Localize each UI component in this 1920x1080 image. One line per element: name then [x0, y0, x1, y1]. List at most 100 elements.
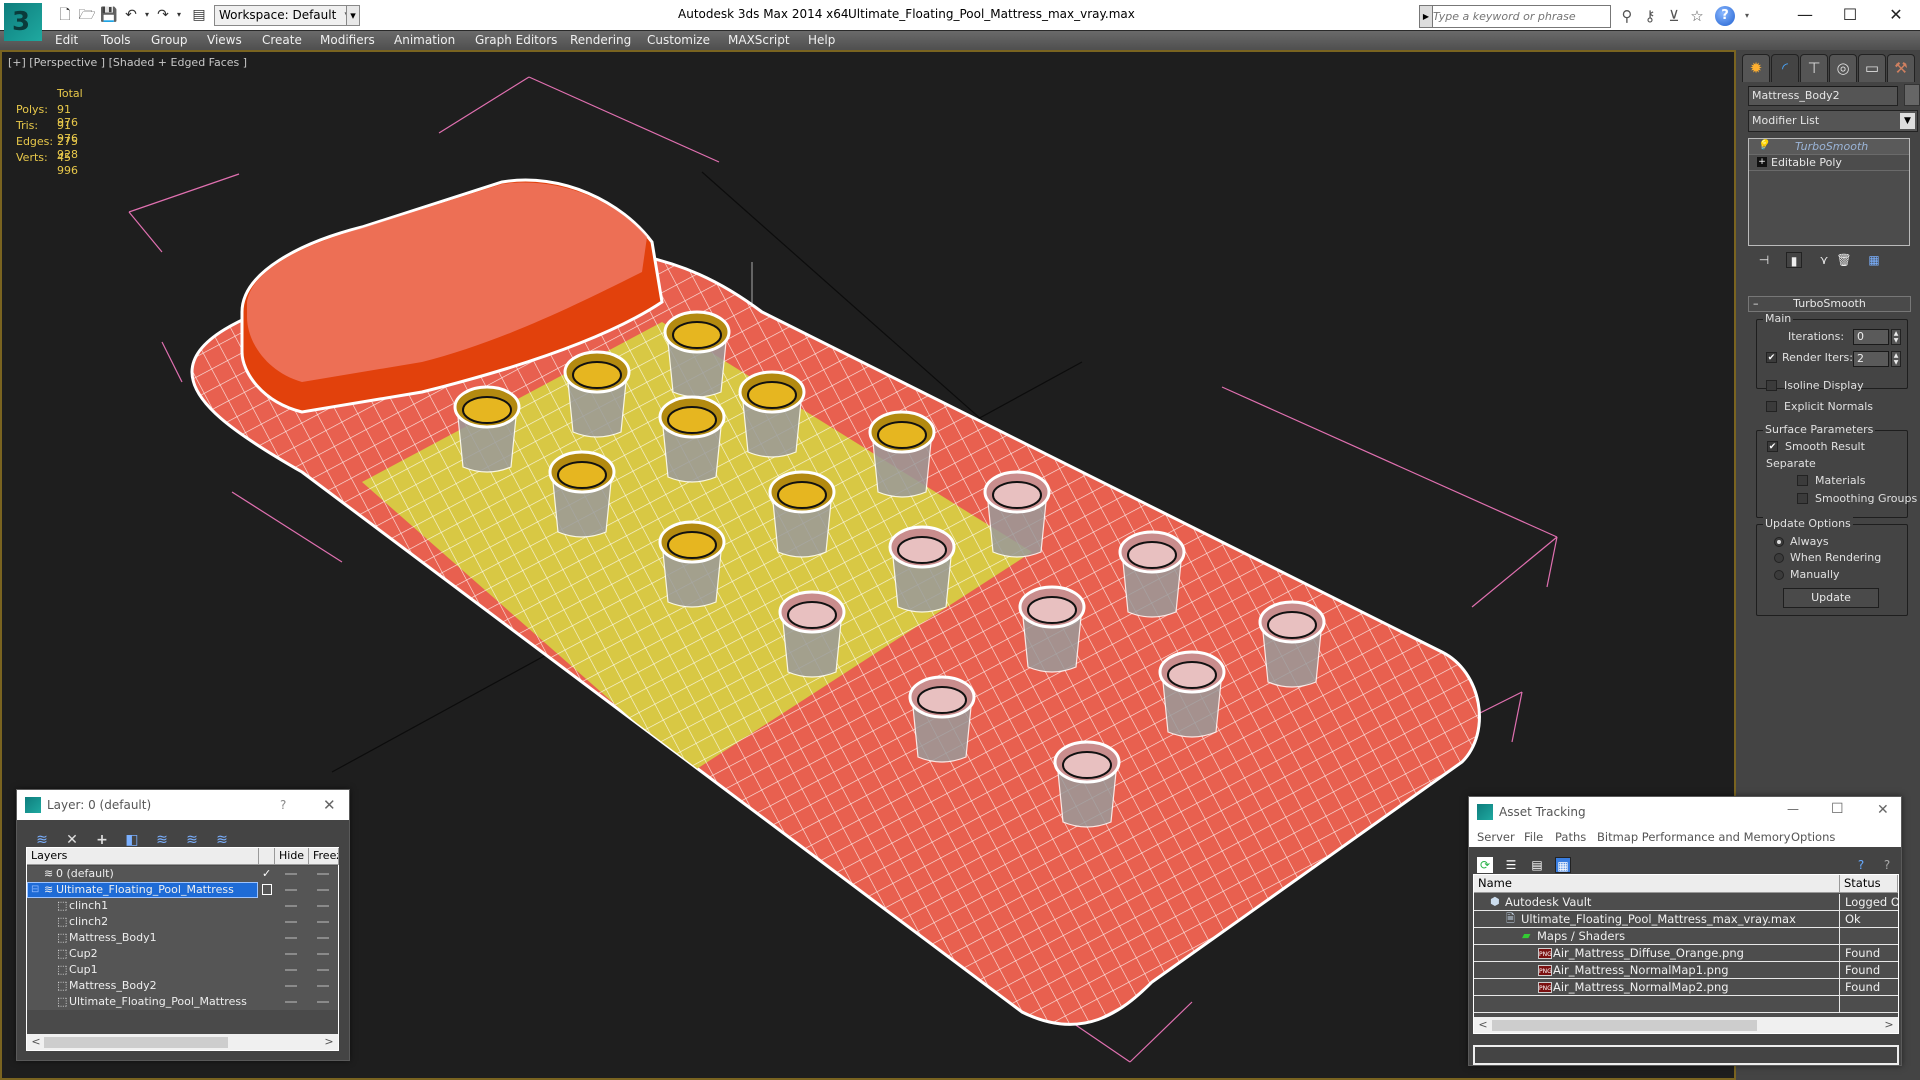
- scroll-right-icon[interactable]: >: [1882, 1017, 1896, 1033]
- layer-object-row[interactable]: ⬚ clinch1: [27, 898, 338, 914]
- current-layer-toggle[interactable]: [262, 884, 272, 895]
- open-icon[interactable]: 🗁: [78, 6, 96, 24]
- object-color-swatch[interactable]: [1904, 84, 1920, 106]
- star-icon[interactable]: ☆: [1687, 6, 1707, 26]
- help-query-icon[interactable]: ?: [1853, 857, 1869, 873]
- isoline-display-checkbox[interactable]: [1766, 380, 1777, 391]
- tree-view-icon[interactable]: ▤: [1529, 857, 1545, 873]
- menu-create[interactable]: Create: [262, 33, 302, 47]
- layer-row[interactable]: ≋ 0 (default) ✓: [27, 866, 338, 882]
- hide-toggle[interactable]: [285, 873, 297, 875]
- menu-group[interactable]: Group: [151, 33, 188, 47]
- workspace-more-button[interactable]: ▾: [346, 5, 360, 26]
- render-iters-spinner-icon[interactable]: ▲ ▼: [1891, 351, 1901, 367]
- menu-help[interactable]: Help: [808, 33, 835, 47]
- freeze-toggle[interactable]: [317, 905, 329, 907]
- layer-object-row[interactable]: ⬚ Mattress_Body1: [27, 930, 338, 946]
- iterations-spinner-icon[interactable]: ▲ ▼: [1891, 329, 1901, 345]
- asset-row[interactable]: ⬢ Autodesk Vault Logged Out: [1474, 894, 1899, 911]
- menu-animation[interactable]: Animation: [394, 33, 455, 47]
- utilities-icon[interactable]: ⚒: [1887, 54, 1915, 82]
- update-manually-radio[interactable]: [1774, 570, 1784, 580]
- freeze-toggle[interactable]: [317, 985, 329, 987]
- make-unique-icon[interactable]: ⋎: [1816, 252, 1832, 268]
- smooth-result-checkbox[interactable]: ✔: [1767, 441, 1778, 452]
- minimize-button[interactable]: —: [1787, 802, 1799, 816]
- object-name-field[interactable]: Mattress_Body2: [1748, 86, 1898, 106]
- close-button[interactable]: ✕: [1877, 802, 1889, 818]
- asset-row[interactable]: 🗎 Ultimate_Floating_Pool_Mattress_max_vra…: [1474, 911, 1898, 928]
- help-dropdown-icon[interactable]: ▾: [1737, 6, 1757, 26]
- maximize-button[interactable]: ☐: [1831, 801, 1844, 817]
- scroll-right-icon[interactable]: >: [322, 1034, 336, 1050]
- hide-toggle[interactable]: [285, 921, 297, 923]
- hide-toggle[interactable]: [285, 889, 297, 891]
- freeze-toggle[interactable]: [317, 873, 329, 875]
- modify-icon[interactable]: ◜: [1771, 54, 1799, 82]
- viewport-label[interactable]: [+] [Perspective ] [Shaded + Edged Faces…: [8, 56, 247, 69]
- project-folder-icon[interactable]: ▤: [190, 6, 208, 24]
- menu-tools[interactable]: Tools: [101, 33, 131, 47]
- satellite-icon[interactable]: ⊻: [1664, 6, 1684, 26]
- close-button[interactable]: ✕: [323, 796, 336, 814]
- menu-maxscript[interactable]: MAXScript: [728, 33, 790, 47]
- asset-menu-file[interactable]: File: [1524, 830, 1543, 850]
- column-status[interactable]: Status: [1840, 875, 1898, 893]
- update-always-radio[interactable]: [1774, 537, 1784, 547]
- freeze-toggle[interactable]: [317, 1001, 329, 1003]
- freeze-toggle[interactable]: [317, 937, 329, 939]
- asset-row[interactable]: PNG Air_Mattress_NormalMap2.png Found: [1474, 979, 1898, 996]
- freeze-toggle[interactable]: [317, 921, 329, 923]
- iterations-input[interactable]: 0: [1853, 329, 1889, 345]
- show-end-result-icon[interactable]: ▮: [1786, 252, 1802, 268]
- layer-object-row[interactable]: ⬚ Ultimate_Floating_Pool_Mattress: [27, 994, 338, 1010]
- close-button[interactable]: ✕: [1876, 3, 1916, 27]
- table-view-icon[interactable]: ▦: [1555, 857, 1571, 873]
- column-layers[interactable]: Layers: [27, 848, 259, 865]
- key-icon[interactable]: ⚷: [1640, 6, 1660, 26]
- help-button[interactable]: ?: [280, 798, 286, 812]
- collapse-icon[interactable]: ⊟: [31, 882, 39, 898]
- column-hide[interactable]: Hide: [275, 848, 309, 865]
- layer-window-titlebar[interactable]: Layer: 0 (default) ? ✕: [17, 790, 349, 820]
- scroll-thumb[interactable]: [1492, 1020, 1757, 1031]
- column-name[interactable]: Name: [1474, 875, 1840, 893]
- layer-object-row[interactable]: ⬚ clinch2: [27, 914, 338, 930]
- save-icon[interactable]: 💾: [100, 6, 118, 24]
- render-iters-input[interactable]: 2: [1853, 351, 1889, 367]
- stack-item-editable-poly[interactable]: + Editable Poly: [1749, 155, 1909, 171]
- binoculars-icon[interactable]: ⚲: [1617, 6, 1637, 26]
- app-logo[interactable]: 3: [4, 3, 42, 41]
- scroll-left-icon[interactable]: <: [1476, 1017, 1490, 1033]
- freeze-toggle[interactable]: [317, 953, 329, 955]
- refresh-icon[interactable]: ⟳: [1477, 857, 1493, 873]
- asset-menu-paths[interactable]: Paths: [1555, 830, 1586, 850]
- layer-object-row[interactable]: ⬚ Cup1: [27, 962, 338, 978]
- help-icon[interactable]: ?: [1879, 857, 1895, 873]
- minimize-button[interactable]: —: [1785, 3, 1825, 27]
- asset-menu-server[interactable]: Server: [1477, 830, 1515, 850]
- turbosmooth-rollout-header[interactable]: – TurboSmooth: [1748, 296, 1911, 312]
- menu-views[interactable]: Views: [207, 33, 242, 47]
- create-icon[interactable]: ✹: [1742, 54, 1770, 82]
- lightbulb-icon[interactable]: 💡: [1757, 141, 1769, 151]
- column-current[interactable]: [259, 848, 275, 865]
- expand-icon[interactable]: +: [1757, 157, 1767, 167]
- configure-modifier-sets-icon[interactable]: ▦: [1866, 252, 1882, 268]
- menu-modifiers[interactable]: Modifiers: [320, 33, 375, 47]
- asset-row[interactable]: ▰ Maps / Shaders: [1474, 928, 1898, 945]
- scroll-left-icon[interactable]: <: [29, 1034, 43, 1050]
- search-input[interactable]: [1433, 7, 1609, 26]
- asset-path-field[interactable]: [1473, 1045, 1899, 1065]
- render-iters-checkbox[interactable]: ✔: [1766, 352, 1777, 363]
- current-layer-check-icon[interactable]: ✓: [262, 866, 271, 882]
- explicit-normals-checkbox[interactable]: [1766, 401, 1777, 412]
- hide-toggle[interactable]: [285, 905, 297, 907]
- redo-dropdown-icon[interactable]: ▾: [170, 6, 188, 24]
- freeze-toggle[interactable]: [317, 969, 329, 971]
- scroll-thumb[interactable]: [44, 1037, 228, 1048]
- freeze-toggle[interactable]: [317, 889, 329, 891]
- workspace-select[interactable]: Workspace: Default ▾: [214, 5, 354, 26]
- hide-toggle[interactable]: [285, 937, 297, 939]
- horizontal-scrollbar[interactable]: < >: [1474, 1017, 1898, 1033]
